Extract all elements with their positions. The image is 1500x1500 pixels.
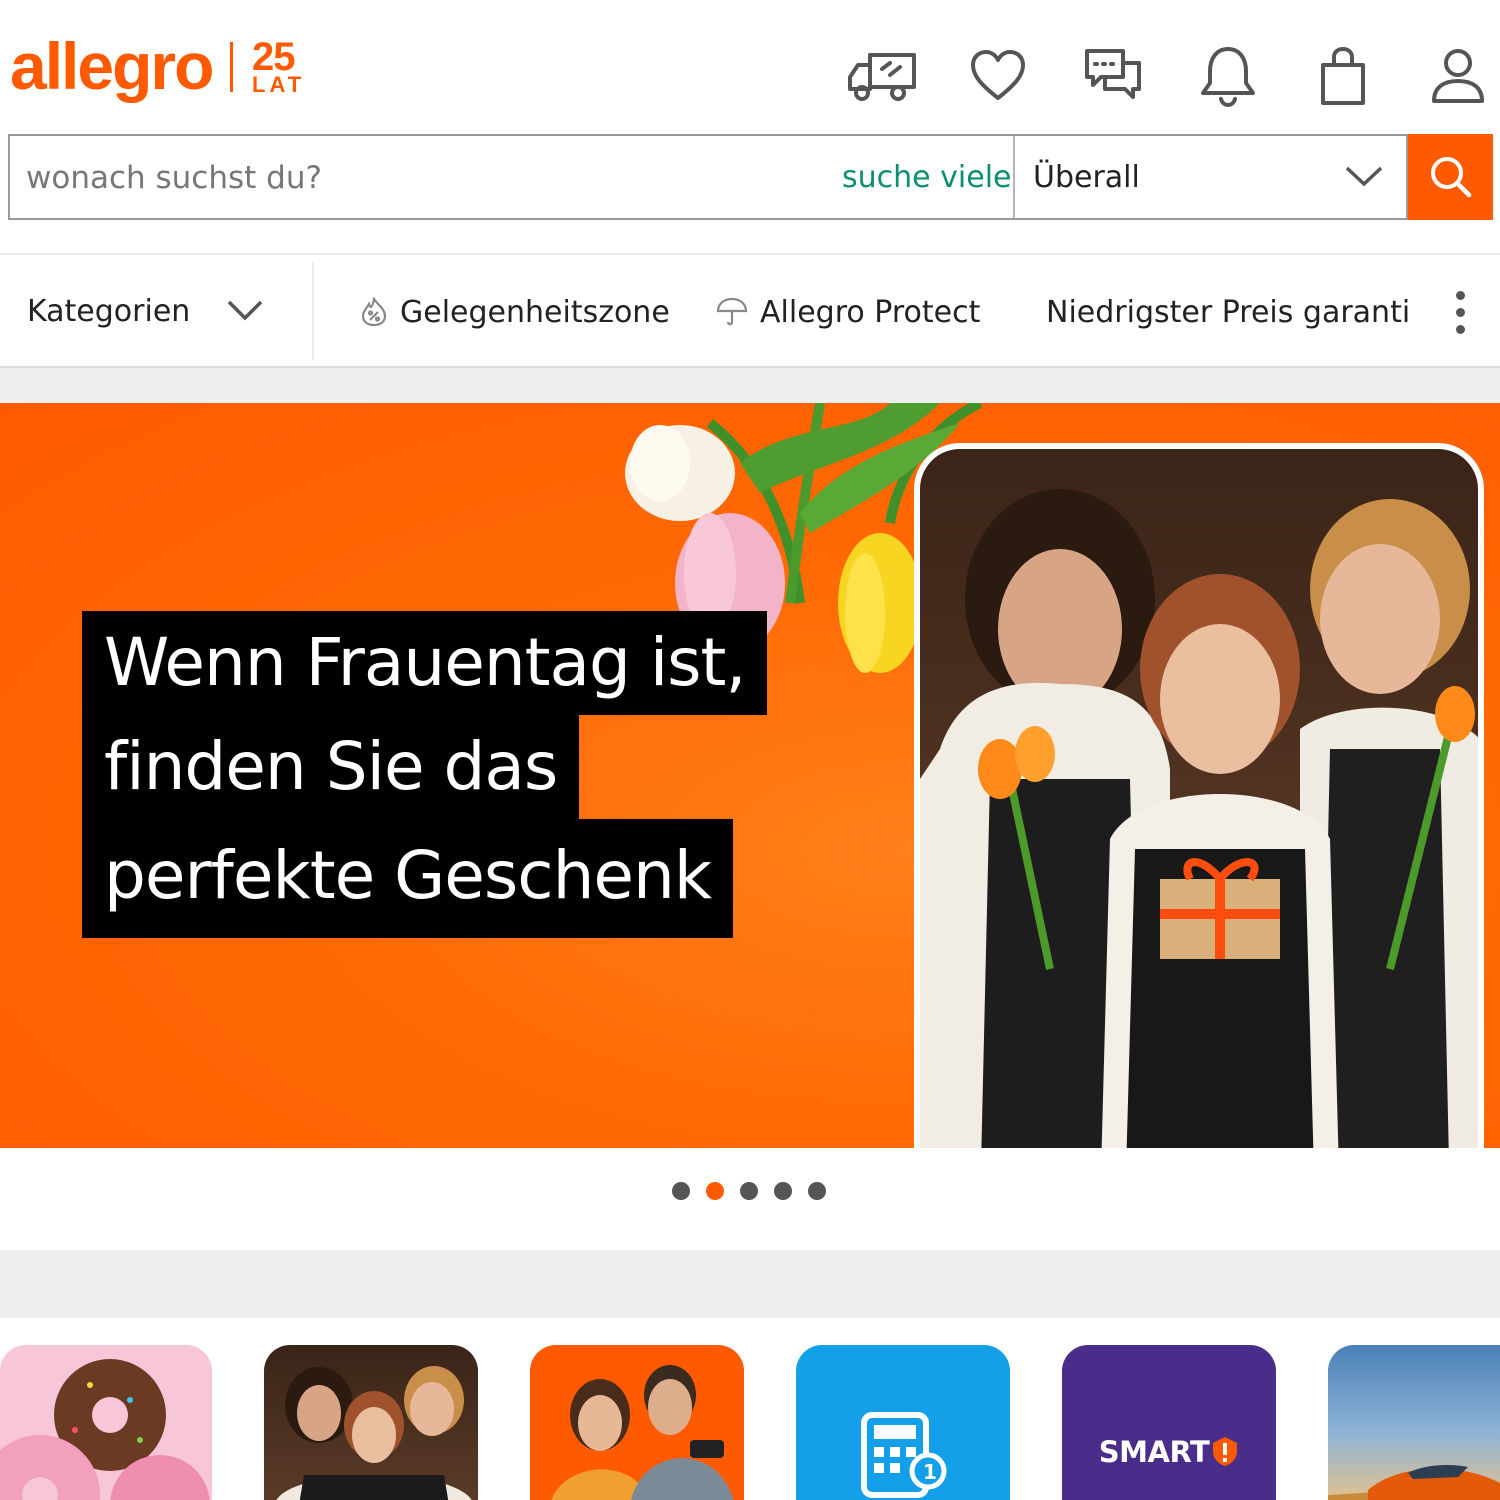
section-spacer bbox=[0, 1250, 1500, 1318]
smart-exclamation-icon bbox=[1213, 1437, 1238, 1466]
search-icon bbox=[1430, 157, 1471, 198]
carousel-dot-5[interactable] bbox=[808, 1182, 826, 1200]
hero-headline-line-3: perfekte Geschenk bbox=[82, 819, 734, 938]
carousel-pagination bbox=[672, 1182, 832, 1202]
tile-car[interactable] bbox=[1328, 1345, 1500, 1500]
anniversary-number: 25 bbox=[252, 35, 296, 79]
anniversary-badge: 25 LAT bbox=[252, 35, 316, 97]
nav-link-allegro-protect[interactable]: Allegro Protect bbox=[716, 284, 980, 340]
search-button[interactable] bbox=[1408, 134, 1493, 220]
categories-dropdown[interactable]: Kategorien bbox=[0, 256, 312, 366]
tile-womens-day[interactable] bbox=[264, 1345, 478, 1500]
tile-couple-promo[interactable] bbox=[530, 1345, 744, 1500]
nav-link-niedrigster-preis[interactable]: Niedrigster Preis garanti bbox=[1032, 284, 1410, 340]
hero-headline-line-2: finden Sie das bbox=[82, 715, 580, 819]
section-spacer bbox=[0, 368, 1500, 403]
user-icon[interactable] bbox=[1418, 40, 1498, 112]
tile-calculator[interactable]: 1 bbox=[796, 1345, 1010, 1500]
shopping-bag-icon[interactable] bbox=[1303, 40, 1383, 112]
chevron-down-icon bbox=[1344, 164, 1384, 193]
carousel-dot-3[interactable] bbox=[740, 1182, 758, 1200]
delivery-truck-icon[interactable] bbox=[842, 40, 922, 112]
nav-link-label: Gelegenheitszone bbox=[400, 294, 670, 330]
dot-icon bbox=[1455, 307, 1465, 317]
nav-top-border bbox=[0, 253, 1500, 255]
tile-smart[interactable]: SMART bbox=[1062, 1345, 1276, 1500]
more-options-button[interactable] bbox=[1440, 282, 1480, 342]
umbrella-icon bbox=[716, 297, 748, 326]
couple-photo-thumbnail bbox=[551, 1365, 734, 1500]
donut-image bbox=[0, 1359, 210, 1500]
bell-icon[interactable] bbox=[1188, 40, 1268, 112]
chat-icon[interactable] bbox=[1073, 40, 1153, 112]
tile-donuts[interactable] bbox=[0, 1345, 212, 1500]
dot-icon bbox=[1455, 290, 1465, 300]
nav-link-label: Allegro Protect bbox=[760, 294, 981, 330]
hero-headline-line-1: Wenn Frauentag ist, bbox=[82, 611, 768, 715]
carousel-dot-1[interactable] bbox=[672, 1182, 690, 1200]
allegro-logo[interactable]: allegro bbox=[10, 28, 214, 104]
svg-text:1: 1 bbox=[923, 1460, 937, 1484]
carousel-dot-4[interactable] bbox=[774, 1182, 792, 1200]
hero-photo bbox=[914, 443, 1484, 1148]
nav-divider bbox=[312, 262, 314, 360]
search-suggestion-link[interactable]: suche viele bbox=[842, 160, 1011, 195]
car-photo-thumbnail bbox=[1328, 1465, 1500, 1500]
logo-divider bbox=[230, 42, 233, 92]
carousel-dot-2[interactable] bbox=[706, 1182, 724, 1200]
anniversary-suffix: LAT bbox=[252, 72, 306, 97]
categories-label: Kategorien bbox=[27, 293, 191, 329]
search-scope-value: Überall bbox=[1033, 159, 1140, 195]
heart-icon[interactable] bbox=[958, 40, 1038, 112]
calculator-icon: 1 bbox=[861, 1412, 947, 1498]
hero-banner[interactable]: Wenn Frauentag ist, finden Sie das perfe… bbox=[0, 403, 1500, 1148]
dot-icon bbox=[1455, 324, 1465, 334]
percent-flame-icon bbox=[361, 297, 387, 327]
search-input[interactable] bbox=[26, 158, 806, 198]
women-photo-thumbnail bbox=[276, 1366, 472, 1500]
chevron-down-icon bbox=[226, 298, 264, 327]
smart-label: SMART bbox=[1098, 1435, 1210, 1469]
nav-link-gelegenheitszone[interactable]: Gelegenheitszone bbox=[360, 284, 670, 340]
nav-link-label: Niedrigster Preis garanti bbox=[1046, 294, 1410, 330]
